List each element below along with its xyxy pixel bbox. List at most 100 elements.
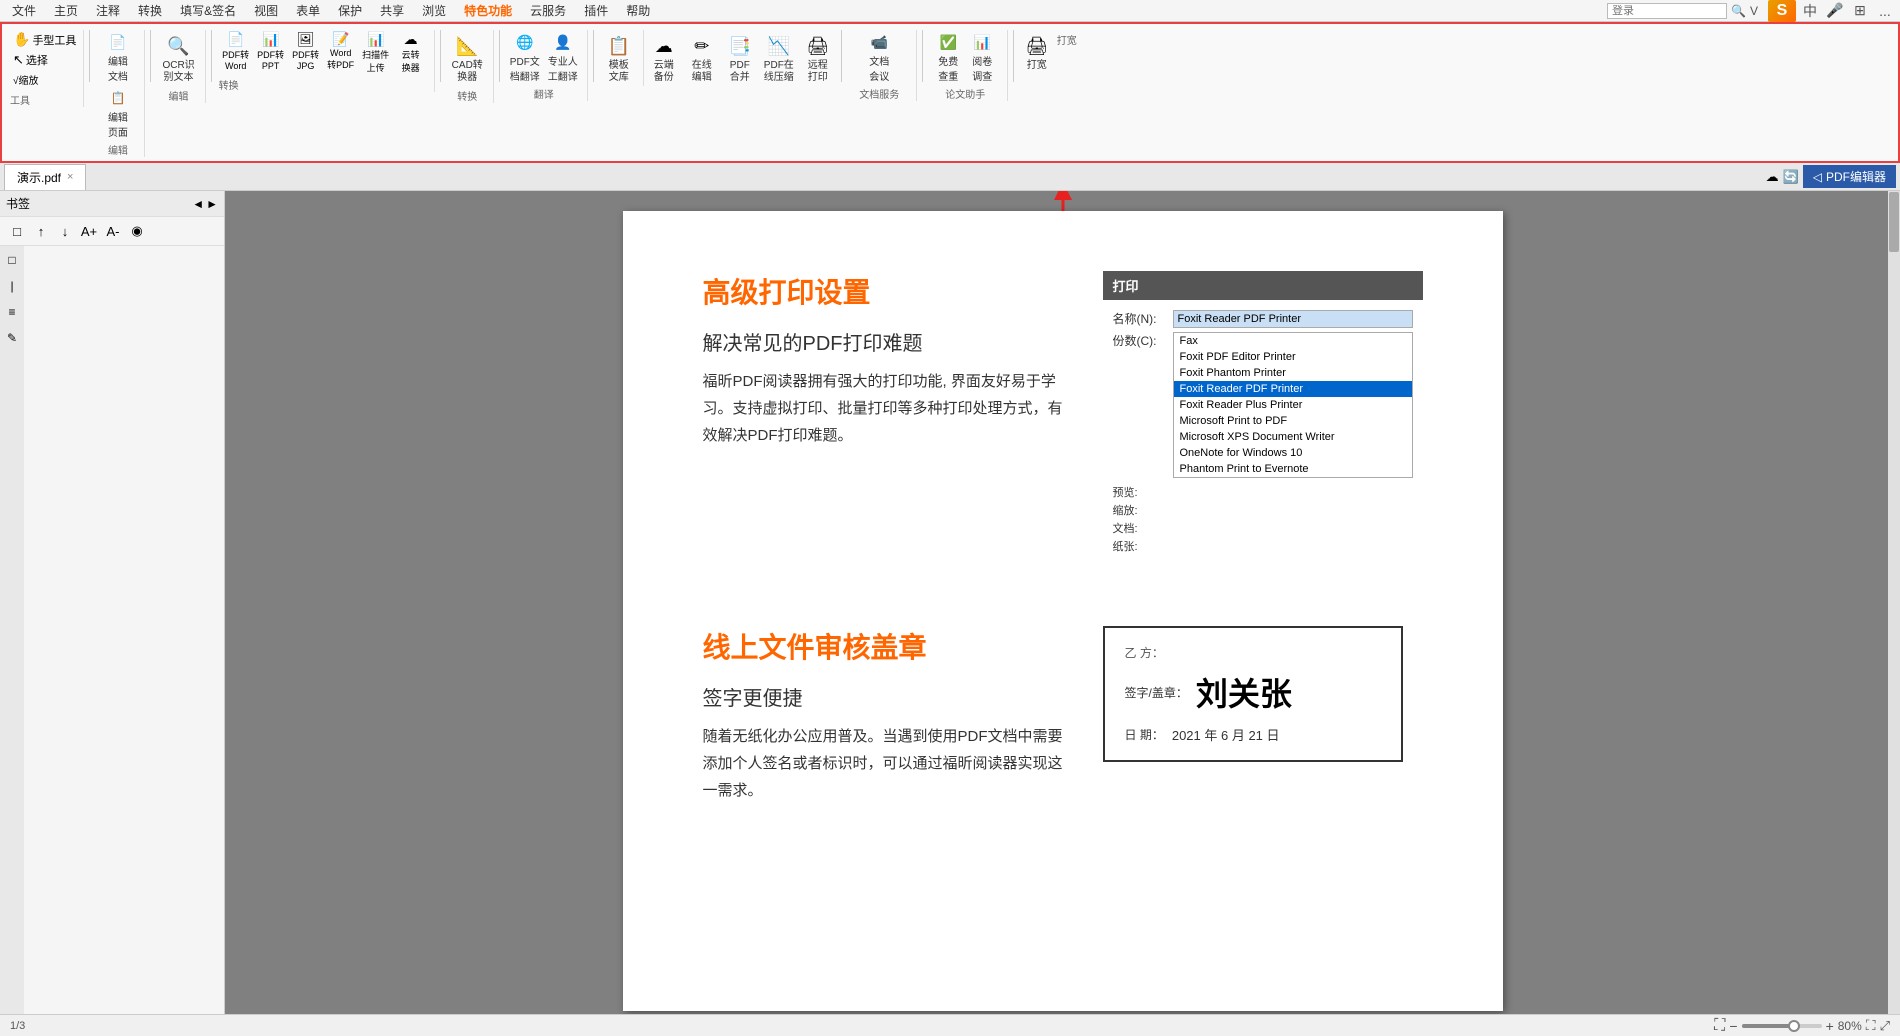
menu-item-browse[interactable]: 浏览 <box>414 0 454 21</box>
print-name-input[interactable]: Foxit Reader PDF Printer <box>1173 310 1413 328</box>
printer-foxit-reader-plus[interactable]: Foxit Reader Plus Printer <box>1174 397 1412 413</box>
pdf-editor-button[interactable]: ◁ PDF编辑器 <box>1803 165 1896 188</box>
vertical-scrollbar[interactable] <box>1888 191 1900 1014</box>
ocr-btn[interactable]: 🔍 OCR识 别文本 <box>158 30 198 86</box>
free-check-btn[interactable]: ✅ 免费 查重 <box>932 30 964 84</box>
online-edit-btn[interactable]: ✏ 在线 编辑 <box>684 30 720 86</box>
sig-label: 签字/盖章： <box>1125 684 1188 701</box>
cloud-icon[interactable]: ☁ <box>1766 169 1779 185</box>
pdf-to-jpg-btn[interactable]: 🖼 PDF转 JPG <box>289 30 323 75</box>
sidebar-nav-next[interactable]: ► <box>206 197 218 211</box>
main-layout: 书签 ◄ ► □ ↑ ↓ A+ A- ◉ □ | ≡ ✎ <box>0 191 1900 1014</box>
scrollbar-thumb[interactable] <box>1889 192 1899 252</box>
edit-page-btn[interactable]: 📋 编辑 页面 <box>102 86 134 140</box>
printer-phantom-evernote[interactable]: Phantom Print to Evernote <box>1174 461 1412 477</box>
zoom-slider[interactable] <box>1742 1024 1822 1028</box>
menu-item-protect[interactable]: 保护 <box>330 0 370 21</box>
expand-icon[interactable]: ⤢ <box>1880 1018 1890 1034</box>
menu-item-cloud[interactable]: 云服务 <box>522 0 574 21</box>
print-name-row: 名称(N): Foxit Reader PDF Printer <box>1113 310 1413 328</box>
sidebar-left-icons: □ | ≡ ✎ <box>0 246 24 1014</box>
zoom-plus-btn[interactable]: + <box>1826 1018 1834 1034</box>
fit-page-icon[interactable]: ⛶ <box>1714 1017 1725 1035</box>
edit-doc-btn[interactable]: 📄 编辑 文档 <box>102 30 134 84</box>
cloud-convert-btn[interactable]: ☁ 云转 换器 <box>394 30 428 75</box>
pdf-to-word-btn[interactable]: 📄 PDF转 Word <box>219 30 253 75</box>
menu-item-plugin[interactable]: 插件 <box>576 0 616 21</box>
reading-survey-btn[interactable]: 📊 阅卷 调查 <box>966 30 998 84</box>
date-value: 2021 年 6 月 21 日 <box>1172 725 1280 744</box>
menu-item-form[interactable]: 表单 <box>288 0 328 21</box>
doc-meeting-btn[interactable]: 📹 文档 会议 <box>863 30 895 84</box>
zoom-minus-btn[interactable]: − <box>1729 1018 1737 1034</box>
cloud-backup-btn[interactable]: ☁ 云端 备份 <box>646 30 682 86</box>
sogou-logo: S <box>1768 0 1796 22</box>
select-tool-btn[interactable]: ↖ 选择 <box>10 51 51 69</box>
sidebar-up-icon[interactable]: ↑ <box>30 220 52 242</box>
print-printer-list[interactable]: Fax Foxit PDF Editor Printer Foxit Phant… <box>1173 332 1413 478</box>
sidebar-settings-icon[interactable]: ◉ <box>126 220 148 242</box>
doc-tab[interactable]: 演示.pdf × <box>4 164 86 190</box>
sig-name-row: 签字/盖章： 刘关张 <box>1125 669 1381 715</box>
section1-subtitle: 解决常见的PDF打印难题 <box>703 327 1063 356</box>
sidebar-font-down-icon[interactable]: A- <box>102 220 124 242</box>
fullscreen-icon[interactable]: ⛶ <box>1866 1017 1876 1034</box>
sidebar-left-icon-1[interactable]: □ <box>2 250 22 270</box>
remote-print-btn[interactable]: 🖨 远程 打印 <box>800 30 836 86</box>
pdf-to-excel-btn[interactable]: 📊 扫描件 上传 <box>359 30 393 75</box>
sidebar-left-icon-3[interactable]: ≡ <box>2 302 22 322</box>
cloud-sync-icon[interactable]: 🔄 <box>1783 169 1799 185</box>
pdf-merge-btn[interactable]: 📑 PDF 合并 <box>722 30 758 86</box>
template-btn[interactable]: 📋 模板 文库 <box>601 30 637 86</box>
bookmark-list <box>24 246 224 1014</box>
zoom-label: 缩放: <box>1113 502 1153 518</box>
menu-item-view[interactable]: 视图 <box>246 0 286 21</box>
page-info: 1/3 <box>10 1020 25 1032</box>
hand-tool-btn[interactable]: ✋ 手型工具 <box>10 30 79 49</box>
sidebar-nav-prev[interactable]: ◄ <box>192 197 204 211</box>
menu-item-special[interactable]: 特色功能 <box>456 0 520 21</box>
printer-foxit-reader[interactable]: Foxit Reader PDF Printer <box>1174 381 1412 397</box>
cad-convert-btn[interactable]: 📐 CAD转 换器 <box>448 30 487 86</box>
chinese-input-icon[interactable]: 中 <box>1799 0 1821 22</box>
tab-bar: 演示.pdf × ☁ 🔄 ◁ PDF编辑器 <box>0 163 1900 191</box>
printer-ms-xps[interactable]: Microsoft XPS Document Writer <box>1174 429 1412 445</box>
menu-item-share[interactable]: 共享 <box>372 0 412 21</box>
printer-fax[interactable]: Fax <box>1174 333 1412 349</box>
printer-ms-pdf[interactable]: Microsoft Print to PDF <box>1174 413 1412 429</box>
preview-label: 预览: <box>1113 484 1153 500</box>
section1-title: 高级打印设置 <box>703 271 1063 311</box>
mic-icon[interactable]: 🎤 <box>1824 0 1846 22</box>
search-icon[interactable]: 🔍 <box>1731 4 1746 18</box>
menu-bar: 文件 主页 注释 转换 填写&签名 视图 表单 保护 共享 浏览 特色功能 云服… <box>0 0 1900 22</box>
sidebar-left-icon-2[interactable]: | <box>2 276 22 296</box>
pro-translate-btn[interactable]: 👤 专业人 工翻译 <box>545 30 581 84</box>
zoom-slider-thumb[interactable] <box>1788 1020 1800 1032</box>
zoom-controls: ⛶ − + 80% ⛶ ⤢ <box>1714 1017 1890 1035</box>
printer-foxit-editor[interactable]: Foxit PDF Editor Printer <box>1174 349 1412 365</box>
pdf-to-ppt-btn[interactable]: 📊 PDF转 PPT <box>254 30 288 75</box>
print-copies-row: 份数(C): Fax Foxit PDF Editor Printer Foxi… <box>1113 332 1413 478</box>
sidebar-down-icon[interactable]: ↓ <box>54 220 76 242</box>
menu-item-help[interactable]: 帮助 <box>618 0 658 21</box>
menu-item-sign[interactable]: 填写&签名 <box>172 0 244 21</box>
date-label: 日 期： <box>1125 726 1164 743</box>
pdf-compress-btn[interactable]: 📉 PDF在 线压缩 <box>760 30 798 86</box>
menu-item-convert[interactable]: 转换 <box>130 0 170 21</box>
search-input[interactable] <box>1607 3 1727 19</box>
word-to-pdf-btn[interactable]: 📝 Word 转PDF <box>324 30 358 75</box>
pdf-translate-btn[interactable]: 🌐 PDF文 档翻译 <box>507 30 543 84</box>
sidebar-font-up-icon[interactable]: A+ <box>78 220 100 242</box>
print-wide-btn[interactable]: 🖨 打宽 <box>1019 30 1055 74</box>
sidebar-left-icon-4[interactable]: ✎ <box>2 328 22 348</box>
grid-icon[interactable]: ⊞ <box>1849 0 1871 22</box>
menu-item-file[interactable]: 文件 <box>4 0 44 21</box>
collapse-btn[interactable]: √缩放 <box>10 71 42 88</box>
printer-onenote[interactable]: OneNote for Windows 10 <box>1174 445 1412 461</box>
sidebar-bookmark-icon[interactable]: □ <box>6 220 28 242</box>
printer-foxit-phantom[interactable]: Foxit Phantom Printer <box>1174 365 1412 381</box>
doc-tab-close[interactable]: × <box>67 171 73 183</box>
more-icon[interactable]: ... <box>1874 0 1896 22</box>
menu-item-comment[interactable]: 注释 <box>88 0 128 21</box>
menu-item-home[interactable]: 主页 <box>46 0 86 21</box>
